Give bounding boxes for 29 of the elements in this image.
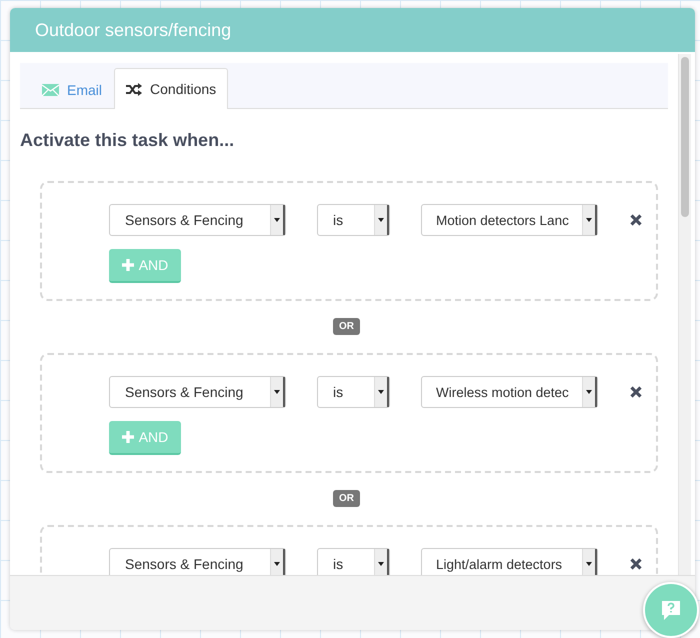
caret-icon bbox=[270, 549, 285, 575]
operator-select[interactable]: is bbox=[317, 376, 390, 408]
caret-icon bbox=[270, 205, 285, 235]
caret-icon bbox=[374, 377, 389, 407]
help-chat-icon bbox=[660, 599, 682, 621]
or-badge: OR bbox=[333, 490, 360, 507]
tab[interactable]: Conditions bbox=[114, 68, 228, 109]
envelope-icon bbox=[42, 84, 59, 96]
operator-select[interactable]: is bbox=[317, 204, 390, 236]
section-heading: Activate this task when... bbox=[20, 130, 236, 151]
caret-icon bbox=[374, 205, 389, 235]
remove-icon[interactable] bbox=[630, 386, 642, 398]
plus-icon bbox=[122, 259, 134, 271]
value-select[interactable]: Motion detectors Lanc bbox=[421, 204, 598, 236]
scrollbar[interactable] bbox=[678, 54, 691, 575]
caret-icon bbox=[582, 205, 597, 235]
shuffle-icon bbox=[126, 82, 142, 96]
category-select[interactable]: Sensors & Fencing bbox=[109, 376, 286, 408]
caret-icon bbox=[582, 549, 597, 575]
value-select[interactable]: Wireless motion detec bbox=[421, 376, 598, 408]
caret-icon bbox=[270, 377, 285, 407]
or-badge: OR bbox=[333, 318, 360, 335]
remove-icon[interactable] bbox=[630, 214, 642, 226]
caret-icon bbox=[374, 549, 389, 575]
window-title: Outdoor sensors/fencing bbox=[35, 20, 232, 40]
remove-icon[interactable] bbox=[630, 558, 642, 570]
plus-icon bbox=[122, 431, 134, 443]
category-select[interactable]: Sensors & Fencing bbox=[109, 204, 286, 236]
caret-icon bbox=[582, 377, 597, 407]
